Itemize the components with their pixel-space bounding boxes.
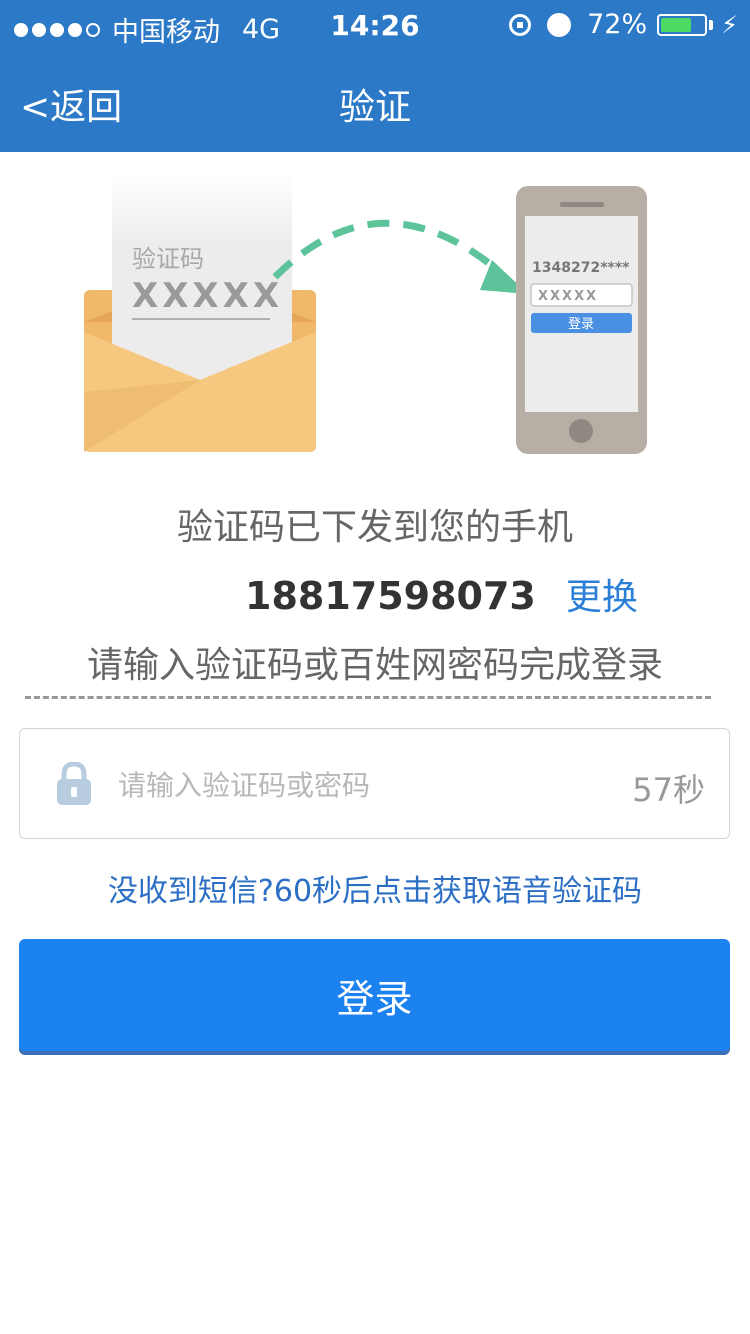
envelope-code: XXXXX <box>132 276 283 316</box>
lock-icon <box>57 762 91 805</box>
phone-icon: 1348272**** XXXXX 登录 <box>516 186 647 454</box>
login-instruction: 请输入验证码或百姓网密码完成登录 <box>86 645 663 686</box>
phone-number: 18817598073 <box>245 574 536 618</box>
battery-icon <box>657 13 708 36</box>
verification-illustration: 验证码 XXXXX 1348272**** XXXXX 登录 <box>84 172 647 454</box>
phone-row: 18817598073 更换 <box>245 568 638 620</box>
battery-fill <box>661 17 692 32</box>
status-bar: 中国移动 4G 14:26 72% ⚡ <box>0 0 750 52</box>
code-input[interactable] <box>116 759 600 811</box>
voice-code-link[interactable]: 没收到短信?60秒后点击获取语音验证码 <box>0 866 750 910</box>
rotation-lock-icon <box>509 13 532 36</box>
code-input-container[interactable]: 57秒 <box>19 728 730 839</box>
phone-masked-number: 1348272**** <box>532 260 630 276</box>
status-right: 72% ⚡ <box>509 9 738 40</box>
header-bar: 中国移动 4G 14:26 72% ⚡ <返回 验证 <box>0 0 750 152</box>
page-title: 验证 <box>338 87 411 128</box>
countdown-timer: 57秒 <box>632 771 705 809</box>
envelope-icon: 验证码 XXXXX <box>84 172 316 452</box>
battery-cap <box>709 19 714 30</box>
change-number-link[interactable]: 更换 <box>566 568 638 620</box>
sent-message: 验证码已下发到您的手机 <box>176 507 573 548</box>
alarm-icon <box>547 12 572 37</box>
envelope-label: 验证码 <box>132 245 204 273</box>
dashed-divider <box>25 696 711 699</box>
arrow-icon <box>272 219 528 294</box>
phone-login-label: 登录 <box>568 317 594 332</box>
phone-code: XXXXX <box>538 289 598 304</box>
charging-icon: ⚡ <box>721 10 738 39</box>
login-button[interactable]: 登录 <box>19 939 730 1051</box>
battery-percent: 72% <box>587 9 648 40</box>
